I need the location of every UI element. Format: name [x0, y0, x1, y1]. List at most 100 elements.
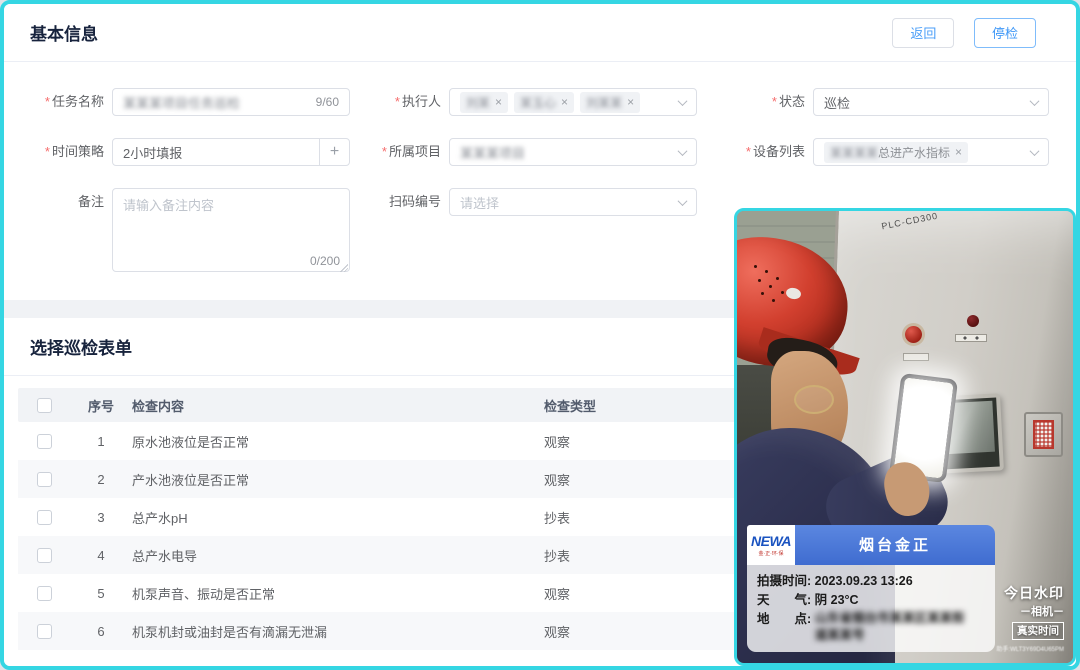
col-content: 检查内容	[132, 396, 544, 415]
field-device-list: *设备列表 某某某某 总进产水指标 ×	[722, 138, 1049, 166]
newa-logo-text: NEWA	[751, 533, 791, 549]
stamp-weather-value: 阴 23°C	[815, 591, 859, 610]
required-asterisk: *	[395, 94, 400, 109]
time-strategy-input[interactable]: 2小时填报 +	[112, 138, 350, 166]
cell-content: 机泵声音、振动是否正常	[132, 584, 544, 603]
required-asterisk: *	[772, 94, 777, 109]
row-checkbox[interactable]	[37, 586, 52, 601]
cell-no: 4	[70, 548, 132, 563]
stop-inspection-button[interactable]: 停检	[974, 18, 1036, 48]
remark-label: 备注	[18, 188, 112, 216]
required-asterisk: *	[45, 144, 50, 159]
stamp-row-location: 地 点: 山东省烟台市某某区某某街道某某号	[757, 610, 985, 644]
executor-multiselect[interactable]: 刘某 × 某玉心 × 刘某某 ×	[449, 88, 697, 116]
newa-logo-subtext: 金·正·环·保	[759, 550, 784, 557]
executor-tag: 刘某某 ×	[580, 92, 640, 113]
field-time-strategy: *时间策略 2小时填报 +	[18, 138, 370, 166]
status-value: 巡检	[824, 93, 850, 112]
device-list-label: *设备列表	[722, 138, 813, 166]
tag-remove-icon[interactable]: ×	[561, 95, 568, 109]
required-asterisk: *	[382, 144, 387, 159]
today-watermark-line1: 今日水印	[996, 583, 1064, 603]
device-list-multiselect[interactable]: 某某某某 总进产水指标 ×	[813, 138, 1049, 166]
chevron-down-icon	[1030, 96, 1040, 106]
stamp-header: NEWA 金·正·环·保 烟台金正	[747, 525, 995, 565]
cell-content: 原水池液位是否正常	[132, 432, 544, 451]
tag-remove-icon[interactable]: ×	[955, 145, 962, 159]
executor-tag: 刘某 ×	[460, 92, 508, 113]
status-select[interactable]: 巡检	[813, 88, 1049, 116]
photo-label-plate	[903, 353, 929, 361]
col-no: 序号	[70, 396, 132, 415]
field-task-name: *任务名称 某某某项目任务巡检 9/60	[18, 88, 370, 116]
project-value: 某某某项目	[460, 143, 525, 162]
add-time-strategy-icon[interactable]: +	[319, 139, 349, 165]
page: 基本信息 返回 停检 *任务名称 某某某项目任务巡检 9/60 *执行人 刘某×…	[0, 0, 1080, 670]
back-button[interactable]: 返回	[892, 18, 954, 48]
field-project: *所属项目 某某某项目	[370, 138, 722, 166]
task-name-label: *任务名称	[18, 88, 112, 116]
photo-qr-sticker	[1033, 420, 1054, 449]
cell-content: 总产水pH	[132, 508, 544, 527]
executor-tag-text: 某玉心	[520, 94, 556, 111]
field-scan-code: 扫码编号 请选择	[370, 188, 722, 275]
executor-tag: 某玉心 ×	[514, 92, 574, 113]
newa-logo: NEWA 金·正·环·保	[747, 525, 795, 565]
resize-grip-icon[interactable]	[340, 264, 348, 272]
field-executor: *执行人 刘某× 某玉心× 刘某某×	[370, 88, 722, 116]
chevron-down-icon	[678, 146, 688, 156]
today-watermark: 今日水印 －相机－ 真实时间 助手:WLT3Y69D4U65PM	[996, 583, 1064, 653]
scan-code-label: 扫码编号	[370, 188, 449, 216]
remark-counter: 0/200	[310, 254, 340, 268]
scan-code-select[interactable]: 请选择	[449, 188, 697, 216]
device-tag-masked: 某某某某	[830, 144, 878, 161]
cell-no: 1	[70, 434, 132, 449]
task-name-value: 某某某项目任务巡检	[123, 93, 240, 112]
scan-code-placeholder: 请选择	[460, 193, 499, 212]
cell-no: 5	[70, 586, 132, 601]
basic-info-header: 基本信息 返回 停检	[4, 4, 1076, 61]
chevron-down-icon	[678, 196, 688, 206]
required-asterisk: *	[45, 94, 50, 109]
device-tag: 某某某某 总进产水指标 ×	[824, 142, 968, 163]
chevron-down-icon	[1030, 146, 1040, 156]
field-remark: 备注 0/200	[18, 188, 370, 275]
task-name-counter: 9/60	[316, 95, 339, 109]
row-checkbox[interactable]	[37, 434, 52, 449]
cell-content: 总产水电导	[132, 546, 544, 565]
cell-no: 2	[70, 472, 132, 487]
stamp-location-label: 地 点:	[757, 610, 815, 644]
stamp-row-time: 拍摄时间: 2023.09.23 13:26	[757, 572, 985, 591]
photo-qr-box	[1024, 412, 1063, 457]
watermark-stamp: NEWA 金·正·环·保 烟台金正 拍摄时间: 2023.09.23 13:26…	[747, 525, 995, 653]
required-asterisk: *	[746, 144, 751, 159]
row-checkbox[interactable]	[37, 548, 52, 563]
tag-remove-icon[interactable]: ×	[495, 95, 502, 109]
task-name-input[interactable]: 某某某项目任务巡检 9/60	[112, 88, 350, 116]
executor-tag-text: 刘某某	[586, 94, 622, 111]
stamp-time-label: 拍摄时间:	[757, 572, 815, 591]
cell-no: 3	[70, 510, 132, 525]
inspection-photo: PLC-CD300 NEWA 金·正·环·保	[734, 208, 1076, 666]
select-all-checkbox[interactable]	[37, 398, 52, 413]
cell-content: 机泵机封或油封是否有滴漏无泄漏	[132, 622, 544, 641]
today-watermark-line2: －相机－	[996, 603, 1064, 619]
stamp-title: 烟台金正	[795, 525, 995, 565]
project-select[interactable]: 某某某项目	[449, 138, 697, 166]
executor-tag-text: 刘某	[466, 94, 490, 111]
device-tag-text: 总进产水指标	[878, 144, 950, 161]
chevron-down-icon	[678, 96, 688, 106]
row-checkbox[interactable]	[37, 510, 52, 525]
tag-remove-icon[interactable]: ×	[627, 95, 634, 109]
page-title: 基本信息	[30, 20, 98, 45]
stamp-location-value: 山东省烟台市某某区某某街道某某号	[815, 610, 965, 644]
status-label: *状态	[722, 88, 813, 116]
remark-wrap: 0/200	[112, 188, 350, 275]
row-checkbox[interactable]	[37, 472, 52, 487]
project-label: *所属项目	[370, 138, 449, 166]
stamp-time-value: 2023.09.23 13:26	[815, 572, 913, 591]
row-checkbox[interactable]	[37, 624, 52, 639]
header-actions: 返回 停检	[892, 18, 1036, 48]
time-strategy-label: *时间策略	[18, 138, 112, 166]
cell-content: 产水池液位是否正常	[132, 470, 544, 489]
